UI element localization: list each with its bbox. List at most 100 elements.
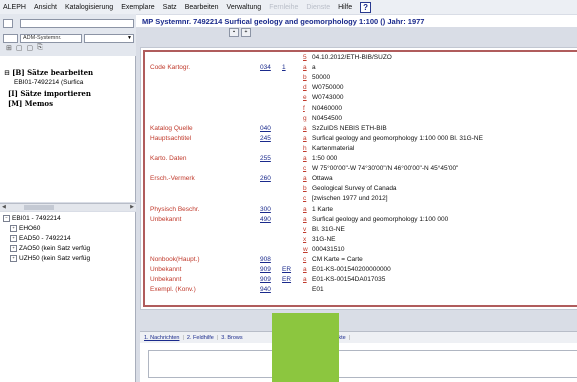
record-field-row[interactable]: c [zwischen 1977 und 2012] <box>145 195 575 203</box>
field-tag[interactable]: 490 <box>260 216 271 223</box>
record-field-row[interactable]: h Kartenmaterial <box>145 145 575 153</box>
scrollbar-thumb[interactable] <box>24 205 54 210</box>
tab-browse[interactable]: 3. Brows <box>221 335 242 341</box>
menu-verwaltung[interactable]: Verwaltung <box>227 4 262 11</box>
record-field-row[interactable]: x 31G-NE <box>145 236 575 244</box>
editor-tool-icon[interactable]: ▪ <box>229 28 239 37</box>
field-value[interactable]: 000431510 <box>312 246 345 253</box>
subfield-code[interactable]: a <box>303 216 307 223</box>
subfield-code[interactable]: b <box>303 74 307 81</box>
subfield-code[interactable]: b <box>303 185 307 192</box>
field-indicator[interactable]: ER <box>282 266 291 273</box>
field-tag[interactable]: 940 <box>260 286 271 293</box>
menu-hilfe[interactable]: Hilfe <box>338 4 352 11</box>
subfield-code[interactable]: a <box>303 175 307 182</box>
record-field-row[interactable]: Physisch Beschr. 300 a 1 Karte <box>145 206 575 214</box>
tree-group-memos[interactable]: [M] Memos <box>8 99 53 108</box>
subfield-code[interactable]: 5 <box>303 54 307 61</box>
tree-root[interactable]: − EBI01 - 7492214 <box>3 215 61 222</box>
adm-dropdown[interactable]: ADM-Systemnr. <box>20 34 82 43</box>
record-field-row[interactable]: Unbekannt 490 a Surfical geology and geomor… <box>145 216 575 224</box>
field-value[interactable]: 1 Karte <box>312 206 333 213</box>
horizontal-scrollbar[interactable]: ◀ ▶ <box>0 203 136 211</box>
field-value[interactable]: 31G-NE <box>312 236 335 243</box>
record-field-row[interactable]: Karto. Daten 255 a 1:50 000 <box>145 155 575 163</box>
tree-child[interactable]: + UZH50 (kein Satz verfüg <box>10 255 90 262</box>
tree-item-record[interactable]: EBI01-7492214 (Surfica <box>14 79 83 86</box>
field-value[interactable]: Kartenmaterial <box>312 145 354 152</box>
help-icon[interactable]: ? <box>360 1 372 13</box>
scroll-right-icon[interactable]: ▶ <box>130 204 134 210</box>
field-value[interactable]: N0454500 <box>312 115 342 122</box>
field-value[interactable]: W0750000 <box>312 84 343 91</box>
menu-katalogisierung[interactable]: Katalogisierung <box>65 4 113 11</box>
subfield-code[interactable]: x <box>303 236 306 243</box>
record-field-row[interactable]: f N0460000 <box>145 105 575 113</box>
subfield-code[interactable]: g <box>303 115 307 122</box>
field-value[interactable]: CM Karte = Carte <box>312 256 363 263</box>
record-field-row[interactable]: v Bl. 31G-NE <box>145 226 575 234</box>
field-value[interactable]: E01-KS-001540200000000 <box>312 266 391 273</box>
menu-exemplare[interactable]: Exemplare <box>121 4 154 11</box>
record-field-row[interactable]: Code Kartogr. 034 1 a a <box>145 64 575 72</box>
field-value[interactable]: 04.10.2012/ETH-BIB/SUZO <box>312 54 392 61</box>
tree-copy-icon[interactable]: ⎘ <box>37 44 43 52</box>
field-value[interactable]: Ottawa <box>312 175 333 182</box>
subfield-code[interactable]: h <box>303 145 307 152</box>
menu-bearbeiten[interactable]: Bearbeiten <box>185 4 219 11</box>
editor-add-icon[interactable]: + <box>241 28 251 37</box>
tree-page-icon[interactable]: ▢ <box>27 44 34 52</box>
record-field-row[interactable]: b Geological Survey of Canada <box>145 185 575 193</box>
field-value[interactable]: a <box>312 64 316 71</box>
subfield-code[interactable]: e <box>303 94 307 101</box>
record-field-row[interactable]: Nonbook(Haupt.) 908 c CM Karte = Carte <box>145 256 575 264</box>
subfield-code[interactable]: d <box>303 84 307 91</box>
field-value[interactable]: 50000 <box>312 74 330 81</box>
field-value[interactable]: N0460000 <box>312 105 342 112</box>
field-value[interactable]: Geological Survey of Canada <box>312 185 397 192</box>
menu-ansicht[interactable]: Ansicht <box>34 4 57 11</box>
record-field-row[interactable]: Ersch.-Vermerk 260 a Ottawa <box>145 175 575 183</box>
tab-nachrichten[interactable]: 1. Nachrichten <box>144 335 179 341</box>
field-value[interactable]: [zwischen 1977 und 2012] <box>312 195 388 202</box>
field-indicator[interactable]: ER <box>282 276 291 283</box>
record-field-row[interactable]: 5 04.10.2012/ETH-BIB/SUZO <box>145 54 575 62</box>
field-tag[interactable]: 040 <box>260 125 271 132</box>
field-value[interactable]: Bl. 31G-NE <box>312 226 345 233</box>
subfield-code[interactable]: c <box>303 256 306 263</box>
tree-child[interactable]: + EHO60 <box>10 225 40 232</box>
menu-aleph[interactable]: ALEPH <box>3 4 26 11</box>
record-field-row[interactable]: Unbekannt 909 ER a E01-KS-00154DA017035 <box>145 276 575 284</box>
field-value[interactable]: Surfical geology and geomorphology 1:100… <box>312 216 448 223</box>
record-field-row[interactable]: Katalog Quelle 040 a SzZuIDS NEBIS ETH-BIB <box>145 125 575 133</box>
subfield-code[interactable]: c <box>303 195 306 202</box>
record-field-row[interactable]: Unbekannt 909 ER a E01-KS-001540200000000 <box>145 266 575 274</box>
field-tag[interactable]: 909 <box>260 266 271 273</box>
tree-group-import[interactable]: [I] Sätze importieren <box>8 89 91 98</box>
tree-child[interactable]: + EAD50 - 7492214 <box>10 235 71 242</box>
subfield-code[interactable]: a <box>303 206 307 213</box>
subfield-code[interactable]: v <box>303 226 306 233</box>
small-dropdown[interactable] <box>3 19 13 28</box>
subfield-code[interactable]: c <box>303 165 306 172</box>
tree-group-edit[interactable]: ⊟ [B] Sätze bearbeiten <box>4 68 93 77</box>
menu-satz[interactable]: Satz <box>163 4 177 11</box>
subfield-code[interactable]: f <box>303 105 305 112</box>
field-tag[interactable]: 908 <box>260 256 271 263</box>
subfield-code[interactable]: a <box>303 266 307 273</box>
field-indicator[interactable]: 1 <box>282 64 286 71</box>
field-tag[interactable]: 245 <box>260 135 271 142</box>
record-field-row[interactable]: g N0454500 <box>145 115 575 123</box>
field-value[interactable]: E01-KS-00154DA017035 <box>312 276 385 283</box>
tree-document-icon[interactable]: ▢ <box>16 44 23 52</box>
record-field-row[interactable]: Hauptsachtitel 245 a Surfical geology and g… <box>145 135 575 143</box>
subfield-code[interactable]: w <box>303 246 308 253</box>
field-tag[interactable]: 255 <box>260 155 271 162</box>
tab-feldhilfe[interactable]: 2. Feldhilfe <box>187 335 214 341</box>
record-field-row[interactable]: w 000431510 <box>145 246 575 254</box>
field-tag[interactable]: 909 <box>260 276 271 283</box>
record-field-row[interactable]: c W 75°00'00"-W 74°30'00"/N 46°00'00"-N 4… <box>145 165 575 173</box>
record-field-row[interactable]: b 50000 <box>145 74 575 82</box>
field-tag[interactable]: 300 <box>260 206 271 213</box>
field-value[interactable]: SzZuIDS NEBIS ETH-BIB <box>312 125 387 132</box>
